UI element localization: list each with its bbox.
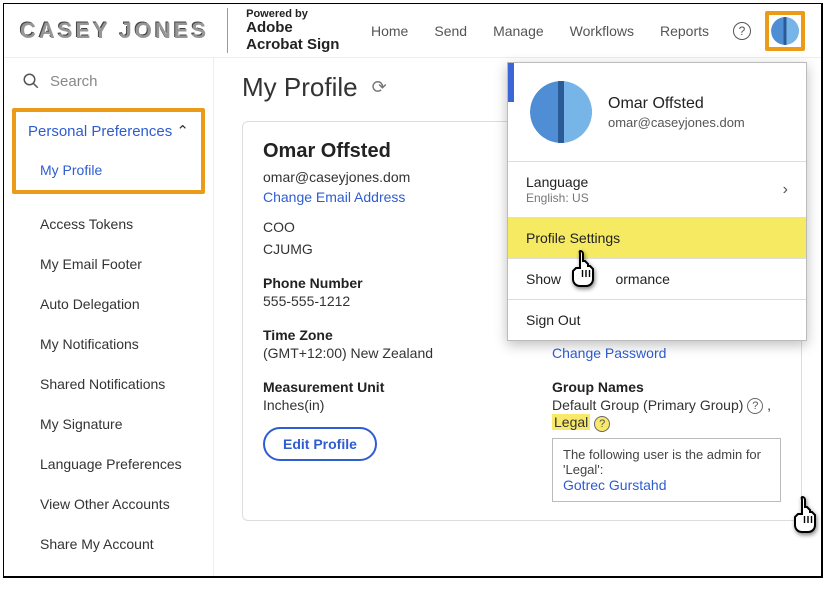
- sidebar-item-auto-delegation[interactable]: Auto Delegation: [4, 284, 213, 324]
- sidebar-item-share-my-account[interactable]: Share My Account: [4, 524, 213, 564]
- group-admin-tooltip: The following user is the admin for 'Leg…: [552, 438, 781, 502]
- personal-preferences-highlight: Personal Preferences ⌃ My Profile: [12, 108, 205, 194]
- change-password-link[interactable]: Change Password: [552, 345, 781, 361]
- page-title: My Profile: [242, 72, 358, 103]
- nav-workflows[interactable]: Workflows: [570, 23, 634, 39]
- search-placeholder: Search: [50, 73, 98, 90]
- sidebar-item-my-notifications[interactable]: My Notifications: [4, 324, 213, 364]
- tz-label: Time Zone: [263, 327, 492, 343]
- sidebar: Search Personal Preferences ⌃ My Profile…: [4, 58, 214, 576]
- help-icon[interactable]: ?: [733, 22, 751, 40]
- nav-home[interactable]: Home: [371, 23, 408, 39]
- help-icon[interactable]: ?: [747, 398, 763, 414]
- sidebar-item-language-preferences[interactable]: Language Preferences: [4, 444, 213, 484]
- tooltip-text: The following user is the admin for 'Leg…: [563, 447, 770, 477]
- nav-send[interactable]: Send: [434, 23, 467, 39]
- sidebar-section-personal-preferences[interactable]: Personal Preferences ⌃: [16, 112, 201, 150]
- groups-value: Default Group (Primary Group) ? , Legal …: [552, 397, 781, 432]
- avatar-button[interactable]: [765, 11, 805, 51]
- groups-label: Group Names: [552, 379, 781, 395]
- top-nav: Home Send Manage Workflows Reports: [371, 23, 709, 39]
- sidebar-item-my-profile[interactable]: My Profile: [16, 150, 201, 190]
- sidebar-item-view-other-accounts[interactable]: View Other Accounts: [4, 484, 213, 524]
- powered-by-line2: Adobe: [246, 20, 339, 37]
- nav-reports[interactable]: Reports: [660, 23, 709, 39]
- tz-value: (GMT+12:00) New Zealand: [263, 345, 492, 361]
- popup-language-label: Language: [526, 174, 588, 190]
- phone-label: Phone Number: [263, 275, 492, 291]
- chevron-up-icon: ⌃: [176, 122, 189, 140]
- powered-by-line3: Acrobat Sign: [246, 37, 339, 54]
- brand-logo: CASEY JONES: [20, 18, 209, 44]
- powered-by: Powered by Adobe Acrobat Sign: [227, 8, 339, 53]
- popup-language[interactable]: Language English: US ›: [508, 161, 806, 217]
- avatar: [530, 81, 592, 143]
- chevron-right-icon: ›: [783, 181, 788, 199]
- search-input[interactable]: Search: [4, 66, 213, 108]
- help-icon[interactable]: ?: [594, 416, 610, 432]
- search-icon: [22, 72, 40, 90]
- mu-label: Measurement Unit: [263, 379, 492, 395]
- popup-show-performance-label: Show ormance: [526, 271, 670, 287]
- sidebar-section-label: Personal Preferences: [28, 123, 172, 140]
- edit-profile-button[interactable]: Edit Profile: [263, 427, 377, 461]
- sidebar-item-access-tokens[interactable]: Access Tokens: [4, 204, 213, 244]
- phone-value: 555-555-1212: [263, 293, 492, 309]
- popup-language-value: English: US: [526, 191, 589, 205]
- group-legal: Legal: [552, 414, 590, 430]
- popup-user-email: omar@caseyjones.dom: [608, 115, 745, 130]
- sidebar-item-my-email-footer[interactable]: My Email Footer: [4, 244, 213, 284]
- mu-value: Inches(in): [263, 397, 492, 413]
- popup-user-name: Omar Offsted: [608, 95, 745, 113]
- popup-profile-settings-label: Profile Settings: [526, 230, 620, 246]
- refresh-icon[interactable]: ⟳: [372, 77, 387, 98]
- user-menu-popup: Omar Offsted omar@caseyjones.dom Languag…: [507, 62, 807, 341]
- sidebar-item-my-signature[interactable]: My Signature: [4, 404, 213, 444]
- popup-profile-settings[interactable]: Profile Settings: [508, 217, 806, 258]
- tooltip-user-link[interactable]: Gotrec Gurstahd: [563, 477, 770, 493]
- popup-show-performance[interactable]: Show ormance: [508, 258, 806, 299]
- popup-sign-out[interactable]: Sign Out: [508, 299, 806, 340]
- popup-sign-out-label: Sign Out: [526, 312, 580, 328]
- sidebar-item-shared-notifications[interactable]: Shared Notifications: [4, 364, 213, 404]
- nav-manage[interactable]: Manage: [493, 23, 544, 39]
